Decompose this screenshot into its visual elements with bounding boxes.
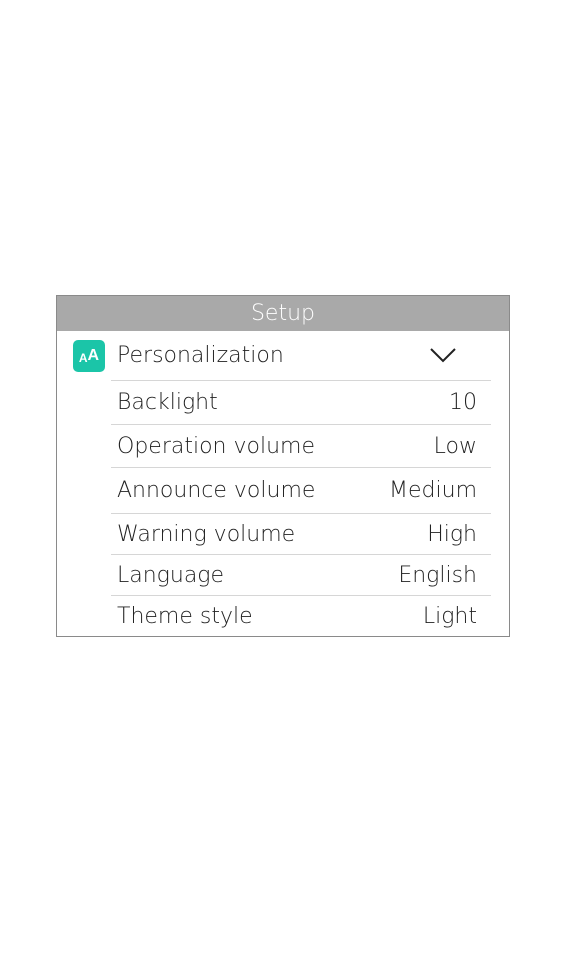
setting-value: Low — [433, 433, 477, 459]
setting-label: Announce volume — [117, 478, 316, 503]
section-label: Personalization — [117, 343, 284, 368]
setting-label: Theme style — [117, 603, 253, 629]
setting-row-backlight[interactable]: Backlight 10 — [111, 380, 491, 424]
text-size-icon-small-letter: A — [78, 351, 88, 365]
window-title: Setup — [57, 296, 509, 331]
setting-label: Warning volume — [117, 521, 296, 547]
setting-value: Light — [422, 603, 477, 629]
text-size-icon-large-letter: A — [87, 347, 100, 364]
text-size-icon: AA — [73, 340, 105, 372]
setting-row-theme-style[interactable]: Theme style Light — [111, 595, 491, 636]
setting-value: 10 — [449, 390, 477, 415]
setting-label: Backlight — [117, 390, 218, 415]
setting-label: Language — [117, 562, 225, 588]
setting-value: Medium — [389, 478, 477, 503]
chevron-down-icon[interactable] — [429, 346, 457, 364]
setting-row-operation-volume[interactable]: Operation volume Low — [111, 424, 491, 467]
setting-row-announce-volume[interactable]: Announce volume Medium — [111, 467, 491, 513]
setting-row-language[interactable]: Language English — [111, 554, 491, 595]
setting-value: High — [427, 521, 477, 547]
setting-label: Operation volume — [117, 433, 315, 459]
section-personalization[interactable]: AA Personalization — [57, 331, 509, 380]
setup-panel: Setup AA Personalization Backlight 10 Op… — [56, 295, 510, 637]
settings-list: Backlight 10 Operation volume Low Announ… — [111, 380, 491, 636]
setting-value: English — [398, 562, 477, 588]
setting-row-warning-volume[interactable]: Warning volume High — [111, 513, 491, 554]
